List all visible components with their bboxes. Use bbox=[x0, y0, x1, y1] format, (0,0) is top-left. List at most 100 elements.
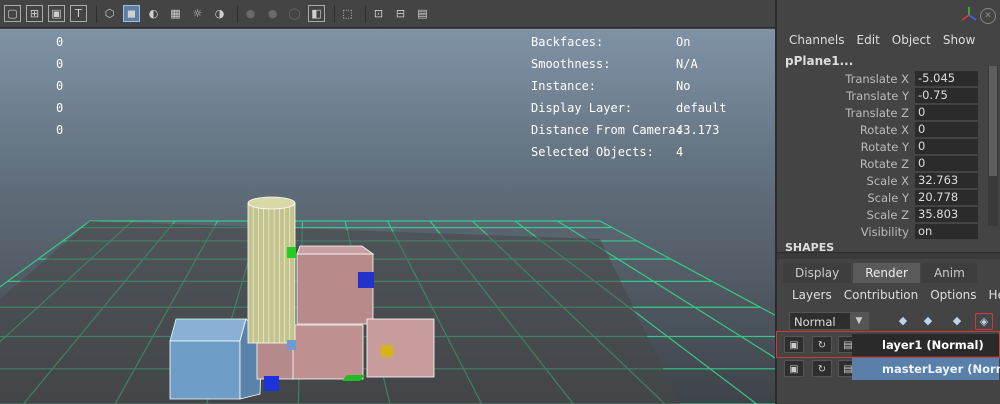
attr-value-field[interactable]: -5.045 bbox=[915, 71, 978, 86]
attr-value-field[interactable]: 32.763 bbox=[915, 173, 978, 188]
layer-editor-tabs: Display Render Anim bbox=[777, 259, 1000, 283]
panel-splitter[interactable] bbox=[777, 252, 1000, 259]
menu-channels[interactable]: Channels bbox=[789, 28, 845, 52]
attr-rotate-x[interactable]: Rotate X 0 bbox=[777, 121, 1000, 138]
attr-value-field[interactable]: 0 bbox=[915, 105, 978, 120]
pink-box-right bbox=[366, 318, 435, 378]
hud-left-value: 0 bbox=[56, 79, 64, 93]
menu-edit[interactable]: Edit bbox=[857, 28, 880, 52]
xray-icon[interactable]: ⊡ bbox=[370, 5, 387, 22]
blue-cube-front bbox=[169, 340, 241, 400]
cylinder-cap bbox=[247, 196, 296, 210]
xray-components-icon[interactable]: ▤ bbox=[414, 5, 431, 22]
attr-value-field[interactable]: 0 bbox=[915, 122, 978, 137]
hud-row-backfaces: Backfaces: On bbox=[531, 31, 771, 53]
pivot-blue-handle[interactable] bbox=[264, 376, 279, 391]
heads-up-display: Backfaces: On Smoothness: N/A Instance: No … bbox=[531, 31, 771, 163]
cylinder-body bbox=[247, 202, 296, 344]
shapes-section-header[interactable]: SHAPES bbox=[777, 240, 1000, 252]
yellow-manipulator-handle[interactable] bbox=[381, 345, 393, 357]
layer-row-layer1[interactable]: ▣ ↻ ▤ layer1 (Normal) bbox=[784, 334, 999, 356]
motion-blur-icon[interactable]: ● bbox=[264, 5, 281, 22]
image-plane-icon[interactable]: ▣ bbox=[48, 5, 65, 22]
perspective-viewport[interactable]: 0 0 0 0 0 Backfaces: On Smoothness: N/A In… bbox=[0, 29, 775, 404]
camera-attributes-icon[interactable]: ▢ bbox=[4, 5, 21, 22]
attr-value-field[interactable]: -0.75 bbox=[915, 88, 978, 103]
attr-value-field[interactable]: 0 bbox=[915, 156, 978, 171]
clapper-icon[interactable]: ▣ bbox=[784, 360, 804, 377]
move-layer-up-icon[interactable]: ◆ bbox=[895, 313, 911, 328]
panel-header: ✕ bbox=[777, 0, 1000, 28]
toolbar-divider bbox=[237, 4, 238, 23]
layer-name[interactable]: masterLayer (Normal) bbox=[852, 358, 1000, 380]
menu-contribution[interactable]: Contribution bbox=[844, 283, 919, 307]
attr-value-field[interactable]: on bbox=[915, 224, 978, 239]
move-layer-down-icon[interactable]: ◆ bbox=[920, 313, 936, 328]
render-mode-dropdown[interactable]: Normal ▼ bbox=[789, 312, 869, 330]
attr-translate-x[interactable]: Translate X -5.045 bbox=[777, 70, 1000, 87]
menu-show[interactable]: Show bbox=[943, 28, 975, 52]
text-overlay-icon[interactable]: T bbox=[70, 5, 87, 22]
attr-scale-y[interactable]: Scale Y 20.778 bbox=[777, 189, 1000, 206]
isolate-select-icon[interactable]: ⬚ bbox=[339, 5, 356, 22]
recycle-icon[interactable]: ↻ bbox=[812, 360, 832, 377]
use-all-lights-icon[interactable]: ☼ bbox=[189, 5, 206, 22]
hud-key: Selected Objects: bbox=[531, 145, 654, 159]
attr-label: Scale X bbox=[866, 173, 909, 188]
attr-scale-x[interactable]: Scale X 32.763 bbox=[777, 172, 1000, 189]
attr-rotate-z[interactable]: Rotate Z 0 bbox=[777, 155, 1000, 172]
attr-value-field[interactable]: 20.778 bbox=[915, 190, 978, 205]
antialiasing-icon[interactable]: ◯ bbox=[286, 5, 303, 22]
attr-value-field[interactable]: 35.803 bbox=[915, 207, 978, 222]
menu-layers[interactable]: Layers bbox=[792, 283, 832, 307]
scrollbar-thumb[interactable] bbox=[989, 66, 997, 176]
hud-row-distance: Distance From Camera: 43.173 bbox=[531, 119, 771, 141]
wireframe-cube-icon[interactable]: ⬡ bbox=[101, 5, 118, 22]
recycle-icon[interactable]: ↻ bbox=[812, 336, 832, 353]
attr-rotate-y[interactable]: Rotate Y 0 bbox=[777, 138, 1000, 155]
textured-icon[interactable]: ▦ bbox=[167, 5, 184, 22]
layer-name[interactable]: layer1 (Normal) bbox=[852, 334, 999, 356]
hud-value: On bbox=[676, 35, 691, 49]
xray-joints-icon[interactable]: ⊟ bbox=[392, 5, 409, 22]
depth-of-field-icon[interactable]: ◧ bbox=[308, 5, 325, 22]
blue-manipulator-handle[interactable] bbox=[358, 272, 374, 288]
menu-options[interactable]: Options bbox=[930, 283, 976, 307]
grid-toggle-icon[interactable]: ⊞ bbox=[26, 5, 43, 22]
attr-label: Translate Y bbox=[846, 88, 909, 103]
attr-translate-z[interactable]: Translate Z 0 bbox=[777, 104, 1000, 121]
attr-label: Rotate Z bbox=[859, 156, 909, 171]
menu-object[interactable]: Object bbox=[892, 28, 931, 52]
attr-label: Rotate X bbox=[859, 122, 909, 137]
hud-key: Backfaces: bbox=[531, 35, 604, 49]
hud-row-display-layer: Display Layer: default bbox=[531, 97, 771, 119]
create-empty-layer-icon[interactable]: ◆ bbox=[949, 313, 965, 328]
clapper-icon[interactable]: ▣ bbox=[784, 336, 804, 353]
layer-row-masterlayer[interactable]: ▣ ↻ ▤ masterLayer (Normal) bbox=[784, 358, 1000, 380]
screen-space-ao-icon[interactable]: ● bbox=[242, 5, 259, 22]
close-icon[interactable]: ✕ bbox=[980, 8, 996, 24]
object-name[interactable]: pPlane1... bbox=[777, 52, 1000, 70]
toolbar-divider bbox=[96, 4, 97, 23]
shadows-icon[interactable]: ◑ bbox=[211, 5, 228, 22]
tab-display[interactable]: Display bbox=[783, 263, 852, 283]
tab-render[interactable]: Render bbox=[853, 263, 920, 283]
light-blue-manipulator-handle[interactable] bbox=[287, 340, 296, 350]
smooth-shade-cube-icon[interactable]: ◼ bbox=[123, 5, 140, 22]
create-layer-from-selected-icon[interactable]: ◈ bbox=[975, 313, 993, 330]
green-manipulator-handle[interactable] bbox=[287, 247, 296, 258]
layer-editor-menu: Layers Contribution Options Help bbox=[777, 283, 1000, 307]
channel-box-scrollbar[interactable] bbox=[988, 66, 998, 226]
layer-editor-toolbar: Normal ▼ ◆ ◆ ◆ ◈ bbox=[777, 307, 1000, 333]
chevron-down-icon[interactable]: ▼ bbox=[850, 313, 868, 329]
shaded-wireframe-icon[interactable]: ◐ bbox=[145, 5, 162, 22]
attr-visibility[interactable]: Visibility on bbox=[777, 223, 1000, 240]
attr-scale-z[interactable]: Scale Z 35.803 bbox=[777, 206, 1000, 223]
attr-translate-y[interactable]: Translate Y -0.75 bbox=[777, 87, 1000, 104]
hud-value: No bbox=[676, 79, 691, 93]
tab-anim[interactable]: Anim bbox=[921, 263, 977, 283]
axis-gizmo-icon bbox=[961, 7, 977, 21]
menu-help[interactable]: Help bbox=[989, 283, 1000, 307]
attr-value-field[interactable]: 0 bbox=[915, 139, 978, 154]
render-mode-value: Normal bbox=[794, 315, 836, 329]
